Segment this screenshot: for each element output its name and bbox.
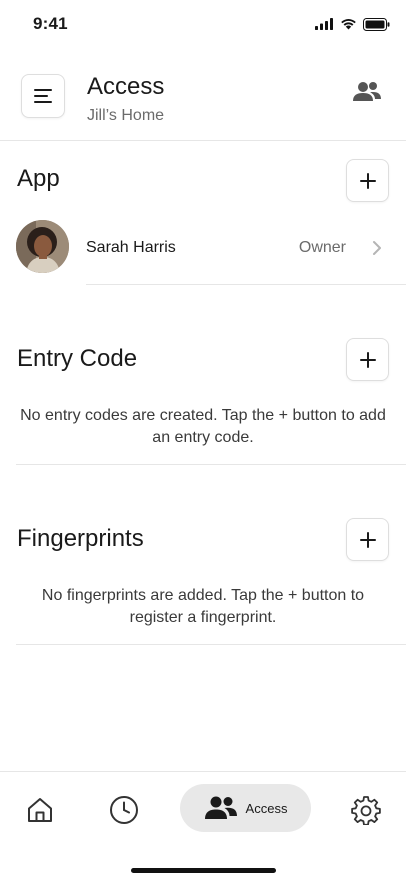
- divider: [86, 284, 406, 285]
- status-bar: 9:41: [0, 0, 406, 50]
- divider: [16, 464, 406, 465]
- menu-button[interactable]: [21, 74, 65, 118]
- page-title: Access: [87, 73, 165, 100]
- add-app-user-button[interactable]: [346, 159, 389, 202]
- section-title-entry-code: Entry Code: [17, 345, 138, 372]
- battery-icon: [363, 17, 390, 31]
- tab-settings[interactable]: [348, 792, 384, 828]
- tab-home[interactable]: [22, 792, 58, 828]
- home-indicator: [131, 868, 276, 873]
- people-icon[interactable]: [352, 80, 382, 104]
- clock-icon: [110, 796, 138, 824]
- people-icon: [204, 796, 237, 819]
- tab-access-label: Access: [245, 800, 288, 816]
- chevron-right-icon: [373, 241, 381, 255]
- add-fingerprint-button[interactable]: [346, 518, 389, 561]
- section-title-app: App: [17, 165, 60, 192]
- entry-code-empty-message: No entry codes are created. Tap the + bu…: [20, 407, 386, 446]
- member-row[interactable]: Sarah Harris Owner: [0, 220, 406, 284]
- member-name: Sarah Harris: [86, 239, 176, 256]
- tab-bar: Access: [0, 771, 406, 882]
- fingerprints-empty-message: No fingerprints are added. Tap the + but…: [41, 587, 365, 626]
- avatar: [16, 220, 69, 273]
- wifi-icon: [341, 19, 356, 30]
- home-name: Jill’s Home: [87, 107, 165, 124]
- home-icon: [28, 798, 52, 822]
- member-role: Owner: [298, 239, 346, 256]
- signal-icon: [315, 18, 333, 30]
- status-icons: [315, 16, 390, 32]
- gear-icon: [351, 796, 381, 825]
- plus-icon: [359, 351, 376, 368]
- plus-icon: [359, 172, 376, 189]
- header: Access Jill’s Home: [0, 62, 406, 141]
- section-title-fingerprints: Fingerprints: [17, 525, 144, 552]
- menu-icon: [34, 89, 52, 103]
- status-time: 9:41: [33, 14, 68, 33]
- divider: [16, 644, 406, 645]
- tab-access[interactable]: Access: [180, 784, 311, 832]
- add-entry-code-button[interactable]: [346, 338, 389, 381]
- plus-icon: [359, 531, 376, 548]
- tab-history[interactable]: [106, 792, 142, 828]
